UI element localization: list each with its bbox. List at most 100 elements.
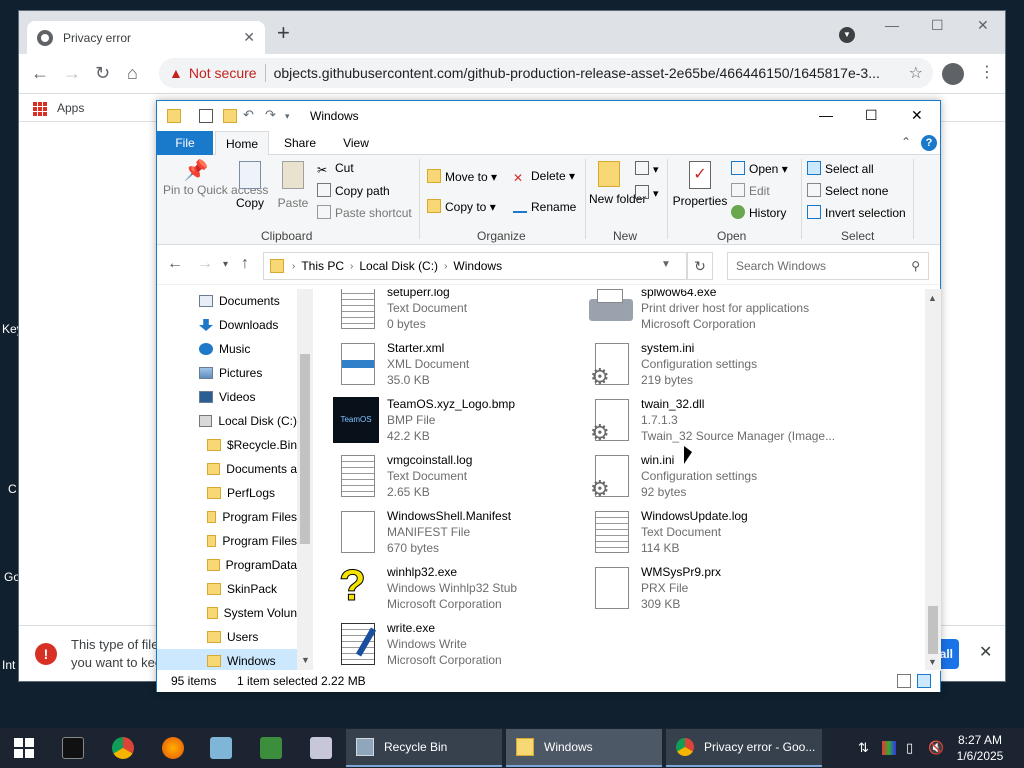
nav-item[interactable]: Videos (157, 385, 297, 409)
nav-item[interactable]: Music (157, 337, 297, 361)
tab-search-icon[interactable]: ▼ (839, 27, 855, 43)
properties-button[interactable]: ✓ Properties (671, 161, 729, 208)
firefox-icon[interactable] (162, 737, 184, 759)
new-item-button[interactable]: ▾ (635, 161, 659, 176)
paste-shortcut-button[interactable]: Paste shortcut (317, 205, 412, 220)
recent-locations-icon[interactable]: ▾ (223, 259, 228, 270)
details-view-icon[interactable] (897, 674, 911, 688)
reload-icon[interactable]: ↻ (95, 63, 110, 83)
up-icon[interactable]: ↑ (241, 255, 249, 273)
tab-view[interactable]: View (329, 131, 383, 155)
edit-button[interactable]: Edit (731, 183, 770, 198)
copy-to-button[interactable]: Copy to ▾ (427, 199, 496, 214)
forward-icon[interactable]: → (197, 255, 213, 273)
new-tab-button[interactable]: + (277, 22, 290, 44)
nav-item[interactable]: $Recycle.Bin (157, 433, 297, 457)
profile-icon[interactable] (942, 63, 964, 85)
chevron-down-icon[interactable]: ▼ (928, 657, 937, 667)
start-icon[interactable] (14, 738, 34, 758)
bookmark-star-icon[interactable]: ☆ (909, 63, 923, 83)
desktop-icon-label[interactable]: Int (2, 658, 15, 672)
home-icon[interactable]: ⌂ (127, 63, 138, 83)
properties-icon[interactable] (199, 109, 213, 123)
nav-item[interactable]: Program Files (157, 529, 297, 553)
history-button[interactable]: History (731, 205, 786, 220)
address-bar[interactable]: ▲ Not secure objects.githubusercontent.c… (159, 58, 933, 88)
file-item[interactable]: WindowsUpdate.log Text Document 114 KB (587, 509, 837, 559)
pin-to-quick-access-button[interactable]: 📌 Pin to Quick access (163, 161, 268, 197)
maximize-icon[interactable]: ☐ (865, 107, 878, 124)
task-manager-icon[interactable] (260, 737, 282, 759)
minimize-icon[interactable]: — (819, 107, 833, 123)
file-item[interactable]: twain_32.dll 1.7.1.3 Twain_32 Source Manag… (587, 397, 837, 447)
refresh-button[interactable]: ↻ (687, 252, 713, 280)
chevron-right-icon[interactable]: › (350, 261, 353, 272)
file-item[interactable]: WMSysPr9.prx PRX File 309 KB (587, 565, 837, 615)
volume-muted-icon[interactable]: 🔇 (928, 740, 944, 756)
apps-bookmark[interactable]: Apps (57, 101, 84, 115)
nav-item[interactable]: Local Disk (C:) (157, 409, 297, 433)
file-item[interactable]: Starter.xml XML Document 35.0 KB (333, 341, 583, 391)
terminal-icon[interactable] (62, 737, 84, 759)
breadcrumb-this-pc[interactable]: This PC (301, 259, 344, 273)
nav-item[interactable]: ProgramData (157, 553, 297, 577)
tab-home[interactable]: Home (215, 131, 269, 156)
paint-icon[interactable] (310, 737, 332, 759)
content-scrollbar-thumb[interactable] (928, 606, 938, 654)
chrome-tab[interactable]: Privacy error ✕ (27, 21, 265, 54)
nav-item[interactable]: System Volun (157, 601, 297, 625)
nav-item[interactable]: Users (157, 625, 297, 649)
color-app-icon[interactable] (882, 741, 896, 755)
copy-button[interactable]: Copy (233, 161, 267, 210)
nav-item[interactable]: Downloads (157, 313, 297, 337)
nav-item[interactable]: PerfLogs (157, 481, 297, 505)
nav-item[interactable]: Documents (157, 289, 297, 313)
chrome-icon[interactable] (112, 737, 134, 759)
search-input[interactable]: Search Windows ⚲ (727, 252, 929, 280)
collapse-ribbon-icon[interactable]: ⌃ (901, 135, 911, 149)
close-icon[interactable]: ✕ (911, 107, 923, 124)
nav-item[interactable]: SkinPack (157, 577, 297, 601)
breadcrumb-windows[interactable]: Windows (453, 259, 502, 273)
copy-path-button[interactable]: Copy path (317, 183, 390, 198)
close-icon[interactable]: ✕ (977, 17, 989, 34)
file-item[interactable]: setuperr.log Text Document 0 bytes (333, 289, 583, 335)
chevron-up-icon[interactable]: ▲ (928, 293, 937, 303)
not-secure-label[interactable]: Not secure (189, 65, 257, 81)
easy-access-button[interactable]: ▾ (635, 185, 659, 200)
menu-icon[interactable]: ⋮ (979, 62, 995, 82)
delete-button[interactable]: ✕ Delete ▾ (513, 169, 575, 185)
select-all-button[interactable]: Select all (807, 161, 874, 176)
customize-qat-icon[interactable]: ▾ (285, 111, 290, 122)
system-clock[interactable]: 8:27 AM 1/6/2025 (950, 732, 1010, 764)
breadcrumb-local-disk[interactable]: Local Disk (C:) (359, 259, 438, 273)
file-item[interactable]: vmgcoinstall.log Text Document 2.65 KB (333, 453, 583, 503)
tab-share[interactable]: Share (273, 131, 327, 155)
paste-button[interactable]: Paste (275, 161, 311, 210)
nav-item[interactable]: Documents a (157, 457, 297, 481)
back-icon[interactable]: ← (31, 63, 49, 83)
taskbar-window-explorer[interactable]: Windows (506, 729, 662, 767)
battery-icon[interactable]: ▯ (906, 740, 913, 756)
back-icon[interactable]: ← (167, 255, 183, 273)
undo-icon[interactable]: ↶ (243, 107, 254, 123)
notepad-icon[interactable] (210, 737, 232, 759)
taskbar-window-recycle-bin[interactable]: Recycle Bin (346, 729, 502, 767)
maximize-icon[interactable]: ☐ (931, 17, 944, 34)
taskbar-window-chrome[interactable]: Privacy error - Goo... (666, 729, 822, 767)
rename-button[interactable]: Rename (513, 199, 576, 214)
file-item[interactable]: WindowsShell.Manifest MANIFEST File 670 by… (333, 509, 583, 559)
download-bar-close-button[interactable]: ✕ (979, 642, 992, 662)
forward-icon[interactable]: → (63, 63, 81, 83)
network-icon[interactable]: ⇅ (858, 740, 869, 756)
help-icon[interactable]: ? (921, 135, 937, 151)
file-item[interactable]: system.ini Configuration settings 219 byte… (587, 341, 837, 391)
breadcrumb[interactable]: › This PC › Local Disk (C:) › Windows (263, 252, 687, 280)
chevron-right-icon[interactable]: › (292, 261, 295, 272)
nav-item[interactable]: Windows (157, 649, 297, 671)
nav-scrollbar-thumb[interactable] (300, 354, 310, 544)
redo-icon[interactable]: ↷ (265, 107, 276, 123)
minimize-icon[interactable]: — (885, 17, 899, 33)
chevron-down-icon[interactable]: ▼ (661, 259, 671, 270)
new-folder-icon[interactable] (223, 109, 237, 123)
